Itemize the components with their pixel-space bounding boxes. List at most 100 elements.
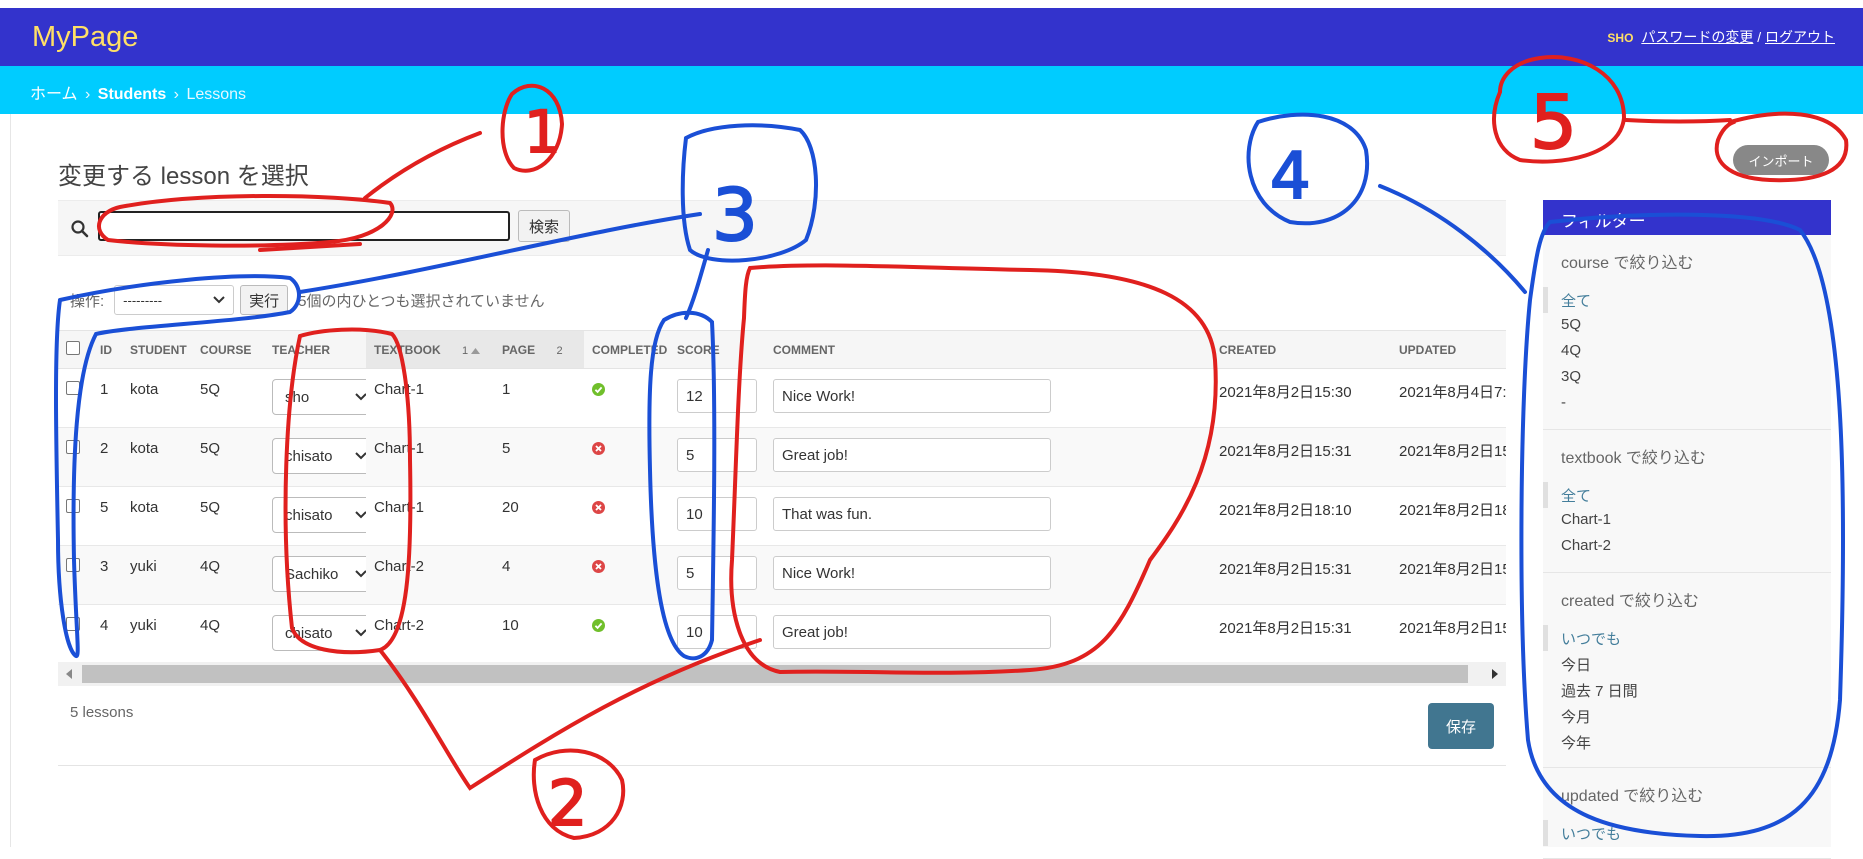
- cell-textbook: Chart-2: [366, 604, 494, 660]
- col-page[interactable]: PAGE 2: [494, 330, 584, 369]
- sort-priority: 2: [556, 344, 563, 357]
- sort-asc-icon[interactable]: [471, 347, 481, 354]
- select-all-checkbox[interactable]: [66, 341, 80, 355]
- col-score[interactable]: SCORE: [669, 330, 765, 369]
- filter-option[interactable]: 今月: [1543, 703, 1831, 729]
- col-id[interactable]: ID: [92, 330, 122, 369]
- col-completed[interactable]: COMPLETED: [584, 330, 669, 369]
- teacher-select[interactable]: chisato: [272, 438, 366, 474]
- table-row[interactable]: 2 kota 5Q chisato Chart-1 5 5 Great job! 2021年8月…: [58, 427, 1506, 487]
- col-course[interactable]: COURSE: [192, 330, 264, 369]
- check-icon: [592, 619, 605, 632]
- score-input[interactable]: 5: [677, 438, 757, 472]
- teacher-select-value: chisato: [285, 506, 333, 524]
- table-row[interactable]: 4 yuki 4Q chisato Chart-2 10 10 Great job! 2021年…: [58, 604, 1506, 660]
- import-button[interactable]: インポート: [1733, 145, 1829, 175]
- row-checkbox[interactable]: [66, 499, 80, 513]
- breadcrumb-home[interactable]: ホーム: [30, 86, 78, 103]
- scroll-right-icon[interactable]: [1492, 669, 1498, 679]
- col-updated[interactable]: UPDATED: [1391, 330, 1506, 369]
- password-change-link[interactable]: パスワードの変更: [1641, 29, 1753, 45]
- comment-input[interactable]: Nice Work!: [773, 379, 1051, 413]
- cell-comment: Great job!: [765, 427, 1059, 487]
- filter-option[interactable]: 今日: [1543, 651, 1831, 677]
- filter-option[interactable]: 5Q: [1543, 313, 1831, 339]
- teacher-select[interactable]: sho: [272, 379, 366, 415]
- col-student[interactable]: STUDENT: [122, 330, 192, 369]
- col-textbook-label: TEXTBOOK: [374, 342, 441, 357]
- cell-teacher: sho: [264, 368, 366, 428]
- cell-id[interactable]: 1: [92, 368, 122, 428]
- score-input[interactable]: 12: [677, 379, 757, 413]
- teacher-select[interactable]: Sachiko: [272, 556, 366, 592]
- filter-option[interactable]: -: [1543, 391, 1831, 417]
- cell-updated: 2021年8月4日7:57: [1391, 368, 1506, 428]
- comment-value: That was fun.: [782, 505, 873, 523]
- site-brand[interactable]: MyPage: [32, 21, 138, 54]
- cell-textbook: Chart-1: [366, 486, 494, 546]
- table-row[interactable]: 3 yuki 4Q Sachiko Chart-2 4 5 Nice Work! 2021年8月…: [58, 545, 1506, 605]
- score-input[interactable]: 10: [677, 615, 757, 649]
- cell-course: 5Q: [192, 368, 264, 428]
- filter-option[interactable]: Chart-2: [1543, 534, 1831, 560]
- cell-id[interactable]: 5: [92, 486, 122, 546]
- page-title: 変更する lesson を選択: [58, 163, 309, 191]
- scrollbar-thumb[interactable]: [82, 665, 1468, 683]
- row-checkbox[interactable]: [66, 381, 80, 395]
- filter-option[interactable]: 過去 7 日間: [1543, 677, 1831, 703]
- table-row[interactable]: 5 kota 5Q chisato Chart-1 20 10 That was fun. 20…: [58, 486, 1506, 546]
- filter-option[interactable]: Chart-1: [1543, 508, 1831, 534]
- search-button[interactable]: 検索: [518, 210, 570, 242]
- horizontal-scrollbar[interactable]: [58, 662, 1506, 686]
- run-action-button[interactable]: 実行: [240, 285, 289, 315]
- comment-input[interactable]: Great job!: [773, 438, 1051, 472]
- teacher-select[interactable]: chisato: [272, 615, 366, 651]
- comment-input[interactable]: That was fun.: [773, 497, 1051, 531]
- cell-comment: Nice Work!: [765, 545, 1059, 605]
- cell-completed: [584, 368, 669, 428]
- cell-id[interactable]: 2: [92, 427, 122, 487]
- filter-option[interactable]: 3Q: [1543, 365, 1831, 391]
- filter-option[interactable]: 4Q: [1543, 339, 1831, 365]
- score-input[interactable]: 10: [677, 497, 757, 531]
- filter-option[interactable]: いつでも: [1543, 625, 1831, 651]
- cell-student: yuki: [122, 604, 192, 660]
- search-icon: [71, 220, 89, 238]
- row-select-cell: [58, 427, 92, 487]
- col-teacher[interactable]: TEACHER: [264, 330, 366, 369]
- user-tools: SHO パスワードの変更 / ログアウト: [1607, 27, 1835, 47]
- scroll-left-icon[interactable]: [66, 669, 72, 679]
- teacher-select[interactable]: chisato: [272, 497, 366, 533]
- col-textbook[interactable]: TEXTBOOK 1: [366, 330, 494, 369]
- breadcrumb-students[interactable]: Students: [98, 86, 166, 103]
- filter-option[interactable]: 全て: [1543, 287, 1831, 313]
- filter-option[interactable]: 全て: [1543, 482, 1831, 508]
- chevron-down-icon: [355, 570, 366, 578]
- cell-comment: That was fun.: [765, 486, 1059, 546]
- row-checkbox[interactable]: [66, 558, 80, 572]
- table-row[interactable]: 1 kota 5Q sho Chart-1 1 12 Nice Work! 2021年8月2日1…: [58, 368, 1506, 428]
- col-created[interactable]: CREATED: [1211, 330, 1391, 369]
- filter-option[interactable]: いつでも: [1543, 820, 1831, 846]
- row-checkbox[interactable]: [66, 440, 80, 454]
- comment-input[interactable]: Great job!: [773, 615, 1051, 649]
- search-toolbar: 検索: [58, 200, 1506, 256]
- cell-id[interactable]: 4: [92, 604, 122, 660]
- cell-course: 5Q: [192, 427, 264, 487]
- comment-value: Great job!: [782, 446, 848, 464]
- save-button[interactable]: 保存: [1428, 703, 1494, 749]
- cross-icon: [592, 501, 605, 514]
- score-input[interactable]: 5: [677, 556, 757, 590]
- cell-id[interactable]: 3: [92, 545, 122, 605]
- row-checkbox[interactable]: [66, 617, 80, 631]
- action-label: 操作:: [70, 292, 105, 310]
- teacher-select-value: Sachiko: [285, 565, 339, 583]
- action-select[interactable]: ---------: [114, 285, 235, 315]
- search-input[interactable]: [98, 211, 510, 241]
- cell-course: 4Q: [192, 545, 264, 605]
- filter-group: textbook で絞り込む 全て Chart-1 Chart-2: [1543, 430, 1831, 573]
- logout-link[interactable]: ログアウト: [1765, 29, 1835, 45]
- filter-option[interactable]: 今年: [1543, 729, 1831, 755]
- col-comment[interactable]: COMMENT: [765, 330, 1059, 369]
- comment-input[interactable]: Nice Work!: [773, 556, 1051, 590]
